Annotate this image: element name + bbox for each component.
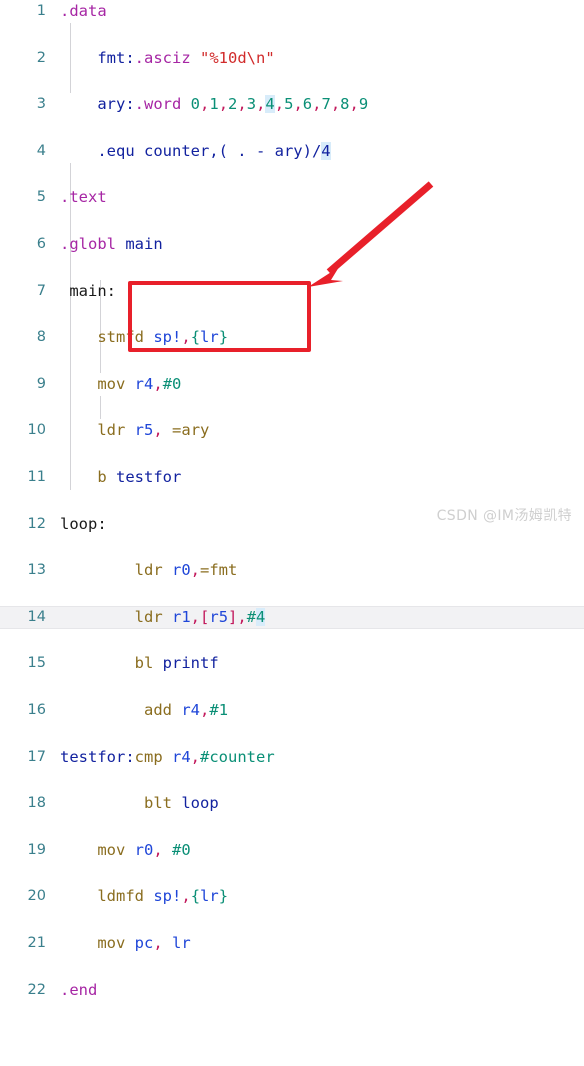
line-number: 17 (27, 748, 46, 765)
line-number: 22 (27, 981, 46, 998)
indent-guide (100, 396, 101, 419)
code-line[interactable]: 2 fmt:.asciz "%10d\n" (0, 47, 584, 70)
line-number: 19 (27, 841, 46, 858)
line-content[interactable]: blt loop (60, 792, 584, 815)
line-number: 2 (36, 49, 46, 66)
code-line[interactable]: 9 mov r4,#0 (0, 373, 584, 396)
line-content[interactable]: ldmfd sp!,{lr} (60, 885, 584, 908)
code-line[interactable]: 19 mov r0, #0 (0, 839, 584, 862)
line-number: 3 (36, 96, 46, 113)
code-line[interactable]: 11 b testfor (0, 466, 584, 489)
line-content[interactable]: ldr r0,=fmt (60, 559, 584, 582)
line-number: 18 (27, 795, 46, 812)
line-number: 20 (27, 888, 46, 905)
line-content[interactable]: main: (60, 280, 584, 303)
code-line[interactable]: 8 stmfd sp!,{lr} (0, 326, 584, 349)
line-number: 1 (36, 3, 46, 19)
line-content[interactable]: .equ counter,( . - ary)/4 (60, 140, 584, 163)
line-number: 13 (27, 562, 46, 579)
line-number: 10 (27, 422, 46, 439)
code-line[interactable]: 10 ldr r5, =ary (0, 419, 584, 442)
code-line[interactable]: 17 testfor:cmp r4,#counter (0, 746, 584, 769)
code-line[interactable]: 1 .data (0, 0, 584, 23)
line-content[interactable]: testfor:cmp r4,#counter (60, 746, 584, 769)
code-line[interactable]: 6 .globl main (0, 233, 584, 256)
code-line[interactable]: 20 ldmfd sp!,{lr} (0, 885, 584, 908)
line-number: 9 (36, 375, 46, 392)
line-content[interactable]: ldr r1,[r5],#4 (60, 606, 584, 629)
line-number: 4 (36, 142, 46, 159)
line-content[interactable]: stmfd sp!,{lr} (60, 326, 584, 349)
code-line[interactable]: 16 add r4,#1 (0, 699, 584, 722)
line-number: 11 (27, 468, 46, 485)
line-content[interactable]: add r4,#1 (60, 699, 584, 722)
line-number: 16 (27, 701, 46, 718)
line-content[interactable]: fmt:.asciz "%10d\n" (60, 47, 584, 70)
line-number: 7 (36, 282, 46, 299)
code-line[interactable]: 22 .end (0, 979, 584, 1002)
line-number: 14 (27, 608, 46, 625)
line-content[interactable]: .text (60, 186, 584, 209)
line-content[interactable]: .globl main (60, 233, 584, 256)
code-line-current[interactable]: 14 ldr r1,[r5],#4 (0, 605, 584, 630)
line-number: 12 (27, 515, 46, 532)
code-line[interactable]: 7 main: (0, 280, 584, 303)
watermark-text: CSDN @IM汤姆凯特 (436, 508, 572, 524)
code-line[interactable]: 5 .text (0, 186, 584, 209)
code-line[interactable]: 21 mov pc, lr (0, 932, 584, 955)
line-content[interactable]: ldr r5, =ary (60, 419, 584, 442)
line-number: 21 (27, 934, 46, 951)
line-content[interactable]: mov r4,#0 (60, 373, 584, 396)
line-number: 5 (36, 189, 46, 206)
code-line[interactable]: 18 blt loop (0, 792, 584, 815)
line-content[interactable]: .end (60, 979, 584, 1002)
line-number: 8 (36, 329, 46, 346)
line-content[interactable]: ary:.word 0,1,2,3,4,5,6,7,8,9 (60, 93, 584, 116)
code-line[interactable]: 13 ldr r0,=fmt (0, 559, 584, 582)
line-content[interactable]: mov pc, lr (60, 932, 584, 955)
line-content[interactable]: b testfor (60, 466, 584, 489)
line-number: 6 (36, 235, 46, 252)
line-content[interactable]: .data (60, 0, 584, 23)
line-content[interactable]: mov r0, #0 (60, 839, 584, 862)
code-editor[interactable]: 1 .data 2 fmt:.asciz "%10d\n" 3 ary:.wor… (0, 0, 584, 999)
line-content[interactable]: bl printf (60, 652, 584, 675)
line-number: 15 (27, 655, 46, 672)
code-line[interactable]: 3 ary:.word 0,1,2,3,4,5,6,7,8,9 (0, 93, 584, 116)
code-line[interactable]: 15 bl printf (0, 652, 584, 675)
code-line[interactable]: 4 .equ counter,( . - ary)/4 (0, 140, 584, 163)
